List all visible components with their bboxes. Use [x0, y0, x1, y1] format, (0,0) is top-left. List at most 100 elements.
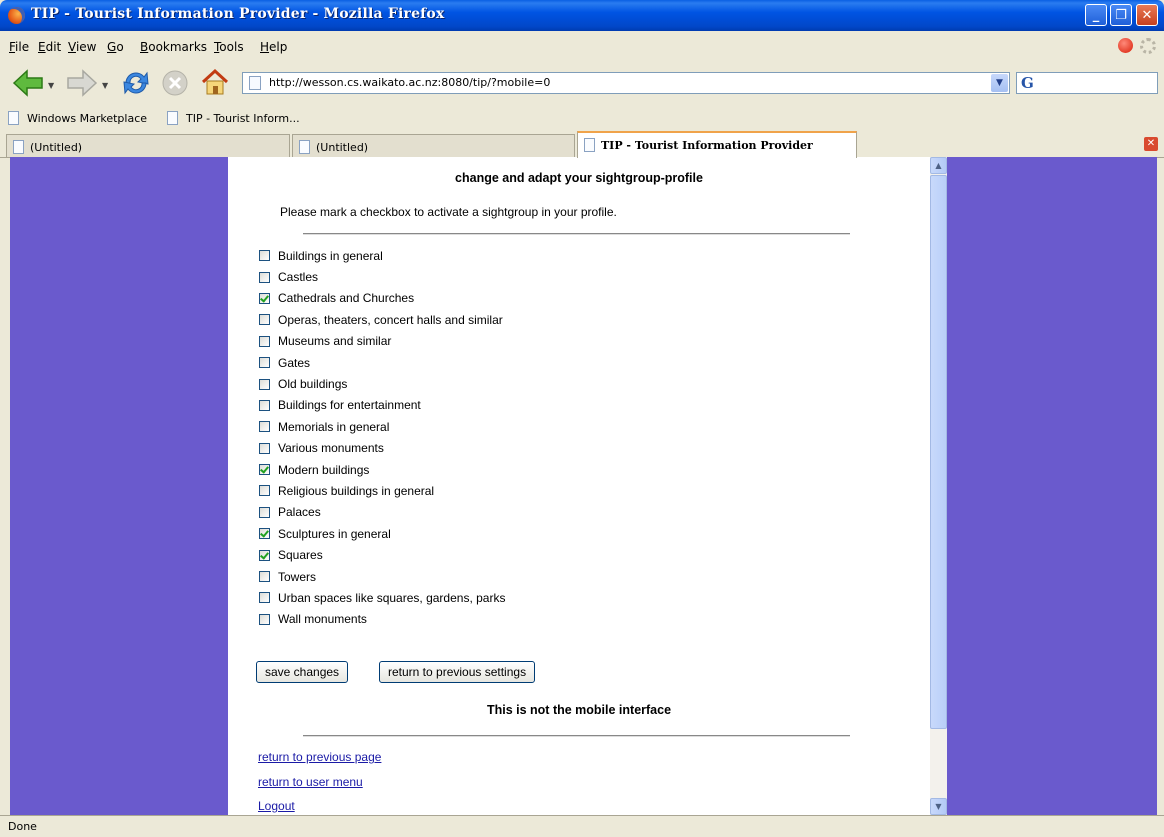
menu-bar: File Edit View Go Bookmarks Tools Help: [0, 31, 1164, 61]
sightgroup-checkbox[interactable]: [259, 250, 270, 262]
sightgroup-checkbox[interactable]: [259, 335, 270, 347]
menu-help[interactable]: Help: [260, 40, 287, 54]
sightgroup-item[interactable]: Memorials in general: [259, 416, 505, 437]
bookmark-windows-marketplace[interactable]: Windows Marketplace: [8, 111, 147, 125]
bookmark-page-icon: [8, 111, 19, 125]
menu-edit[interactable]: Edit: [38, 40, 61, 54]
sightgroup-item[interactable]: Various monuments: [259, 438, 505, 459]
sightgroup-item[interactable]: Wall monuments: [259, 609, 505, 630]
maximize-button[interactable]: ❐: [1110, 4, 1132, 26]
tab-label: (Untitled): [30, 141, 83, 154]
sightgroup-item[interactable]: Museums and similar: [259, 331, 505, 352]
sightgroup-label: Operas, theaters, concert halls and simi…: [278, 312, 503, 327]
window-title: TIP - Tourist Information Provider - Moz…: [31, 6, 445, 22]
page-content: change and adapt your sightgroup-profile…: [10, 157, 1157, 815]
return-to-previous-page-link[interactable]: return to previous page: [258, 750, 381, 764]
sightgroup-checkbox[interactable]: [259, 528, 270, 540]
sightgroup-checkbox[interactable]: [259, 571, 270, 583]
sightgroup-item[interactable]: Towers: [259, 566, 505, 587]
sightgroup-checkbox[interactable]: [259, 485, 270, 497]
sightgroup-label: Religious buildings in general: [278, 483, 435, 498]
sightgroup-checkbox[interactable]: [259, 292, 270, 304]
mobile-note: This is not the mobile interface: [486, 703, 672, 717]
sightgroup-checkbox[interactable]: [259, 464, 270, 476]
page-heading: change and adapt your sightgroup-profile: [455, 171, 703, 185]
sightgroup-checkbox[interactable]: [259, 613, 270, 625]
tab-bar: (Untitled) (Untitled) TIP - Tourist Info…: [0, 131, 1164, 158]
sightgroup-label: Palaces: [278, 505, 321, 520]
sightgroup-checkbox[interactable]: [259, 314, 270, 326]
sightgroup-item[interactable]: Modern buildings: [259, 459, 505, 480]
url-text[interactable]: http://wesson.cs.waikato.ac.nz:8080/tip/…: [269, 76, 550, 89]
menu-go[interactable]: Go: [107, 40, 124, 54]
forward-arrow-icon[interactable]: [66, 68, 98, 98]
sightgroup-label: Modern buildings: [278, 462, 370, 477]
sightgroup-checkbox[interactable]: [259, 549, 270, 561]
sightgroup-item[interactable]: Old buildings: [259, 373, 505, 394]
sightgroup-label: Museums and similar: [278, 334, 392, 349]
sightgroup-checkbox[interactable]: [259, 442, 270, 454]
logout-link[interactable]: Logout: [258, 799, 295, 813]
scroll-up-icon[interactable]: ▲: [930, 157, 947, 174]
tab-page-icon: [13, 140, 24, 154]
back-history-dropdown-icon[interactable]: ▼: [48, 81, 54, 90]
sightgroup-label: Castles: [278, 270, 319, 285]
sightgroup-item[interactable]: Palaces: [259, 502, 505, 523]
bookmark-label: TIP - Tourist Inform...: [186, 112, 300, 125]
stop-icon[interactable]: [160, 68, 190, 98]
save-changes-button[interactable]: save changes: [256, 661, 349, 683]
sightgroup-label: Buildings for entertainment: [278, 398, 421, 413]
sightgroup-checkbox[interactable]: [259, 399, 270, 411]
sightgroup-checkbox[interactable]: [259, 592, 270, 604]
sightgroup-item[interactable]: Religious buildings in general: [259, 480, 505, 501]
update-alert-icon[interactable]: [1118, 38, 1133, 53]
tab-untitled-2[interactable]: (Untitled): [292, 134, 575, 157]
return-to-user-menu-link[interactable]: return to user menu: [258, 775, 363, 789]
url-history-dropdown-icon[interactable]: ▼: [991, 74, 1008, 92]
bookmarks-toolbar: Windows Marketplace TIP - Tourist Inform…: [0, 105, 1164, 132]
bookmark-tip[interactable]: TIP - Tourist Inform...: [167, 111, 300, 125]
forward-history-dropdown-icon[interactable]: ▼: [102, 81, 108, 90]
scroll-down-icon[interactable]: ▼: [930, 798, 947, 815]
menu-file[interactable]: File: [9, 40, 29, 54]
back-arrow-icon[interactable]: [12, 68, 44, 98]
search-engine-icon[interactable]: G: [1021, 74, 1034, 92]
menu-view[interactable]: View: [68, 40, 96, 54]
menu-bookmarks[interactable]: Bookmarks: [140, 40, 207, 54]
close-tab-icon[interactable]: ✕: [1144, 137, 1158, 151]
search-bar[interactable]: G: [1016, 72, 1158, 94]
status-text: Done: [8, 820, 37, 833]
navigation-toolbar: ▼ ▼ http://wesson.cs.waikato.ac.nz:8080/…: [0, 61, 1164, 106]
sightgroup-checkbox[interactable]: [259, 357, 270, 369]
sightgroup-checkbox[interactable]: [259, 506, 270, 518]
sightgroup-label: Wall monuments: [278, 612, 367, 627]
tab-tip[interactable]: TIP - Tourist Information Provider: [577, 131, 857, 158]
sightgroup-item[interactable]: Operas, theaters, concert halls and simi…: [259, 309, 505, 330]
sightgroup-checkbox[interactable]: [259, 271, 270, 283]
return-to-previous-settings-button[interactable]: return to previous settings: [379, 661, 536, 683]
bookmark-page-icon: [167, 111, 178, 125]
sightgroup-item[interactable]: Buildings for entertainment: [259, 395, 505, 416]
sightgroup-item[interactable]: Cathedrals and Churches: [259, 288, 505, 309]
tab-page-icon: [299, 140, 310, 154]
sightgroup-item[interactable]: Sculptures in general: [259, 523, 505, 544]
menu-tools[interactable]: Tools: [214, 40, 244, 54]
scroll-thumb[interactable]: [930, 175, 947, 729]
sightgroup-item[interactable]: Squares: [259, 544, 505, 565]
home-icon[interactable]: [199, 66, 231, 98]
url-bar[interactable]: http://wesson.cs.waikato.ac.nz:8080/tip/…: [242, 72, 1010, 94]
tab-untitled-1[interactable]: (Untitled): [6, 134, 290, 157]
vertical-scrollbar[interactable]: ▲ ▼: [930, 157, 947, 815]
close-window-button[interactable]: ✕: [1136, 4, 1158, 26]
sightgroup-item[interactable]: Gates: [259, 352, 505, 373]
sightgroup-checkbox[interactable]: [259, 378, 270, 390]
minimize-button[interactable]: _: [1085, 4, 1107, 26]
sightgroup-item[interactable]: Buildings in general: [259, 245, 505, 266]
sightgroup-label: Sculptures in general: [278, 526, 391, 541]
sightgroup-item[interactable]: Urban spaces like squares, gardens, park…: [259, 587, 505, 608]
sightgroup-checkbox[interactable]: [259, 421, 270, 433]
sightgroup-item[interactable]: Castles: [259, 266, 505, 287]
sightgroup-label: Old buildings: [278, 377, 348, 392]
reload-icon[interactable]: [120, 67, 152, 99]
status-bar: Done: [0, 815, 1164, 837]
